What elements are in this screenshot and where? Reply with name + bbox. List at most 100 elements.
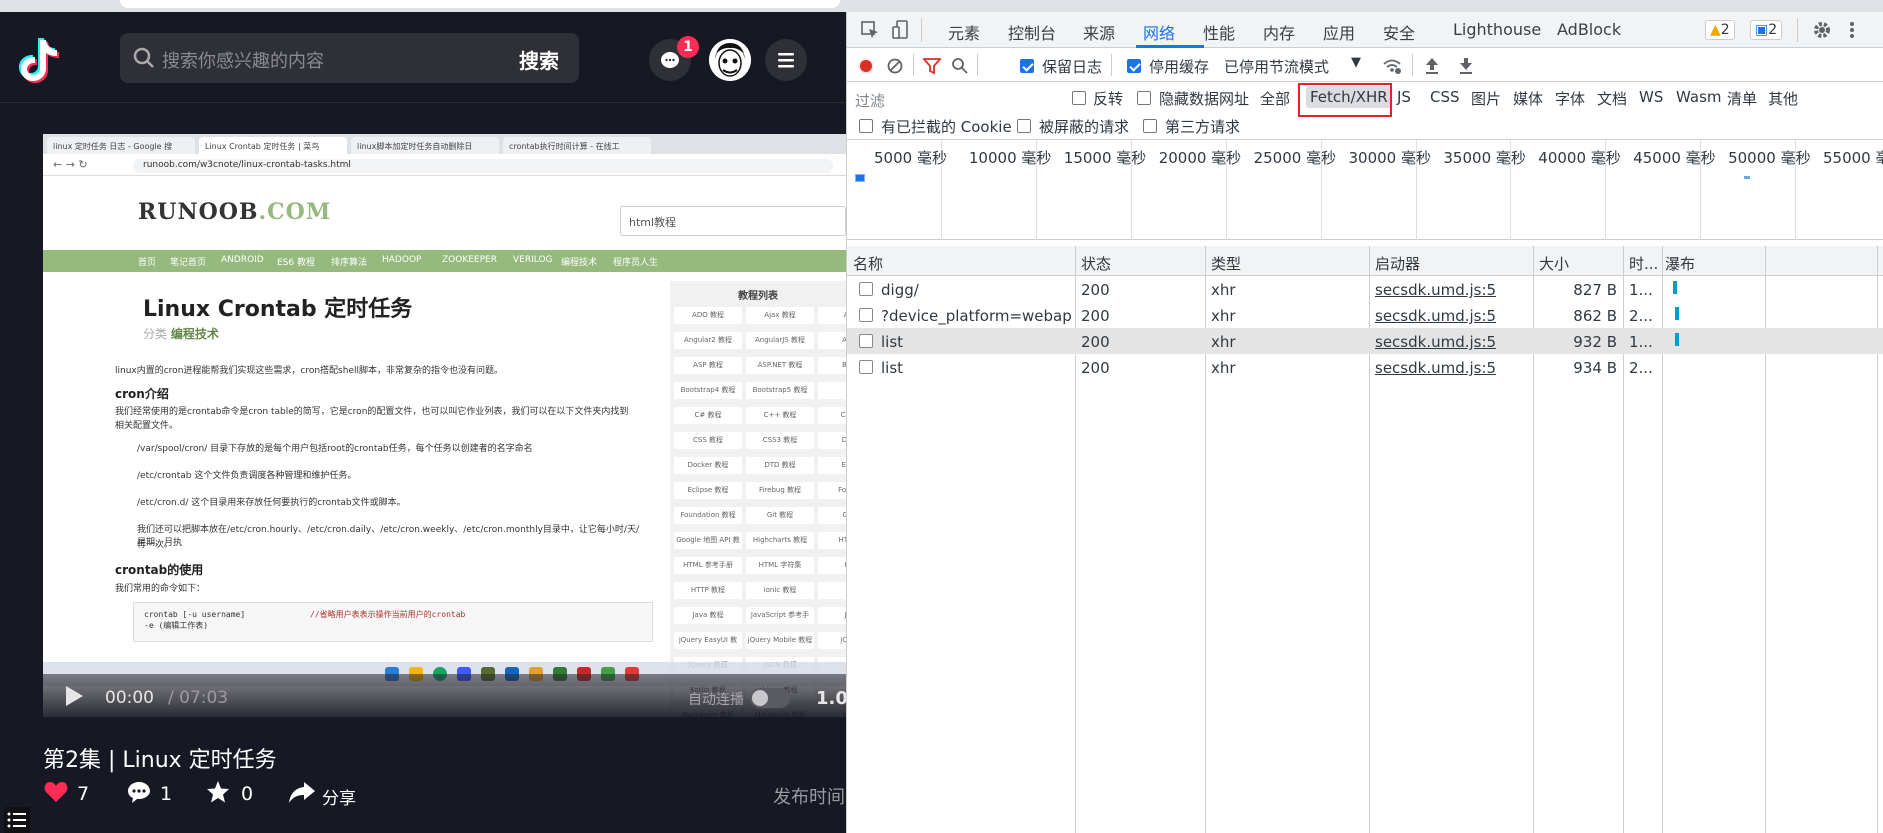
filter-type-other[interactable]: 其他 <box>1768 88 1798 109</box>
tab-lighthouse[interactable]: Lighthouse <box>1453 20 1541 39</box>
request-initiator-link[interactable]: secsdk.umd.js:5 <box>1375 333 1496 351</box>
waterfall-bar <box>1675 307 1679 320</box>
messages-badge[interactable]: ▣2 <box>1750 20 1783 40</box>
nav-item: 编程技术 <box>561 258 598 268</box>
autoplay-toggle[interactable] <box>750 688 790 708</box>
filter-type-font[interactable]: 字体 <box>1555 88 1585 109</box>
sidebar-tutorial-link: JavaScript 参考手 <box>746 607 814 624</box>
video-player[interactable]: linux 定时任务 日志 - Google 搜 Linux Crontab 定… <box>43 134 846 717</box>
request-name[interactable]: list <box>881 333 1071 351</box>
filter-type-doc[interactable]: 文档 <box>1597 88 1627 109</box>
download-icon[interactable] <box>1458 57 1474 75</box>
search-button[interactable]: 搜索 <box>519 45 559 74</box>
inspect-element-icon[interactable] <box>860 20 880 40</box>
tab-performance[interactable]: 性能 <box>1203 20 1235 44</box>
tab-network[interactable]: 网络 <box>1143 20 1175 44</box>
settings-gear-icon[interactable] <box>1812 20 1832 40</box>
warnings-badge[interactable]: ▲2 <box>1705 20 1735 40</box>
disable-cache-checkbox[interactable] <box>1127 59 1141 73</box>
publish-time: 发布时间 <box>773 787 845 808</box>
sidebar-tutorial-link: C# 教程 <box>674 407 742 424</box>
address-bar-edge <box>120 0 840 8</box>
search-icon[interactable] <box>951 57 969 75</box>
table-row[interactable]: list 200 xhr secsdk.umd.js:5 934 B 2... <box>847 354 1883 380</box>
filter-type-js[interactable]: JS <box>1397 88 1411 106</box>
tab-security[interactable]: 安全 <box>1383 20 1415 44</box>
invert-checkbox[interactable] <box>1072 91 1086 105</box>
like-button[interactable]: 7 <box>43 779 93 809</box>
third-party-checkbox[interactable] <box>1143 119 1157 133</box>
sidebar-tutorial-link: DTD 教程 <box>746 457 814 474</box>
col-time[interactable]: 时... <box>1629 253 1658 274</box>
filter-type-ws[interactable]: WS <box>1639 88 1663 106</box>
filter-type-all[interactable]: 全部 <box>1260 88 1290 109</box>
playback-speed[interactable]: 1.0x <box>816 688 846 709</box>
timeline-tick-label: 20000 毫秒 <box>1158 149 1242 167</box>
table-row[interactable]: digg/200 xhr secsdk.umd.js:5 827 B 1... <box>847 276 1883 302</box>
preserve-log-checkbox[interactable] <box>1020 59 1034 73</box>
col-type[interactable]: 类型 <box>1211 253 1241 274</box>
request-initiator-link[interactable]: secsdk.umd.js:5 <box>1375 359 1496 377</box>
tab-elements[interactable]: 元素 <box>948 20 980 44</box>
table-row[interactable]: ?device_platform=webapp... 200 xhr secsdk.u… <box>847 302 1883 328</box>
sidebar-tutorial-link: AppM <box>818 332 846 349</box>
upload-icon[interactable] <box>1424 57 1440 75</box>
avatar[interactable] <box>709 39 751 81</box>
network-overview-timeline[interactable]: 5000 毫秒 10000 毫秒 15000 毫秒 20000 毫秒 25000 毫秒 3… <box>847 140 1883 240</box>
col-name[interactable]: 名称 <box>853 253 883 274</box>
filter-type-manifest[interactable]: 清单 <box>1727 88 1757 109</box>
col-initiator[interactable]: 启动器 <box>1375 253 1420 274</box>
nav-item: 程序员人生 <box>613 258 659 268</box>
request-initiator-link[interactable]: secsdk.umd.js:5 <box>1375 307 1496 325</box>
tab-application[interactable]: 应用 <box>1323 20 1355 44</box>
sidebar-tutorial-link: Angular2 教程 <box>674 332 742 349</box>
share-button[interactable]: 分享 <box>288 779 368 809</box>
filter-type-media[interactable]: 媒体 <box>1513 88 1543 109</box>
request-name[interactable]: list <box>881 359 1071 377</box>
request-size: 932 B <box>1573 333 1617 351</box>
sidebar-tutorial-link: CSS3 教程 <box>746 432 814 449</box>
request-name[interactable]: ?device_platform=webapp... <box>881 307 1071 325</box>
request-status: 200 <box>1081 281 1110 299</box>
blocked-requests-checkbox[interactable] <box>1017 119 1031 133</box>
col-status[interactable]: 状态 <box>1081 253 1111 274</box>
list-icon <box>7 812 26 828</box>
table-row[interactable]: list 200 xhr secsdk.umd.js:5 932 B 1... <box>847 328 1883 354</box>
search-box[interactable]: 搜索你感兴趣的内容 搜索 <box>120 33 579 83</box>
filter-input[interactable]: 过滤 <box>853 88 1058 110</box>
tab-console[interactable]: 控制台 <box>1008 20 1056 44</box>
filter-type-css[interactable]: CSS <box>1430 88 1460 106</box>
menu-button[interactable] <box>765 39 807 81</box>
tiktok-logo-icon[interactable] <box>18 36 62 84</box>
comment-button[interactable]: 1 <box>126 779 176 809</box>
list-button[interactable] <box>4 807 30 833</box>
clear-icon[interactable] <box>887 58 903 74</box>
network-toolbar: 保留日志 停用缓存 已停用节流模式 ▼ <box>847 48 1883 82</box>
tab-memory[interactable]: 内存 <box>1263 20 1295 44</box>
filter-icon[interactable] <box>923 57 941 75</box>
filter-type-img[interactable]: 图片 <box>1471 88 1501 109</box>
sidebar-tutorial-link: C++ 教程 <box>746 407 814 424</box>
tab-adblock[interactable]: AdBlock <box>1557 20 1621 39</box>
play-icon[interactable] <box>63 684 85 708</box>
waterfall-bar <box>1675 333 1679 346</box>
request-initiator-link[interactable]: secsdk.umd.js:5 <box>1375 281 1496 299</box>
more-options-icon[interactable] <box>1847 20 1857 40</box>
sidebar-tutorial-link: HTTP 教程 <box>674 582 742 599</box>
hide-data-urls-checkbox[interactable] <box>1137 91 1151 105</box>
search-input[interactable]: 搜索你感兴趣的内容 <box>162 47 324 73</box>
chevron-down-icon[interactable]: ▼ <box>1351 55 1361 70</box>
favorite-button[interactable]: 0 <box>205 779 255 809</box>
throttling-select[interactable]: 已停用节流模式 <box>1224 56 1329 77</box>
filter-type-wasm[interactable]: Wasm <box>1676 88 1722 106</box>
blocked-cookies-checkbox[interactable] <box>859 119 873 133</box>
device-toolbar-icon[interactable] <box>891 19 911 41</box>
tab-sources[interactable]: 来源 <box>1083 20 1115 44</box>
col-waterfall[interactable]: 瀑布 <box>1665 253 1695 274</box>
record-icon[interactable] <box>857 57 875 75</box>
recorded-address-bar: ← → ↻ runoob.com/w3cnote/linux-crontab-t… <box>43 154 846 176</box>
request-name[interactable]: digg/ <box>881 281 1071 299</box>
col-size[interactable]: 大小 <box>1539 253 1569 274</box>
request-size: 862 B <box>1573 307 1617 325</box>
network-conditions-icon[interactable] <box>1382 57 1402 75</box>
